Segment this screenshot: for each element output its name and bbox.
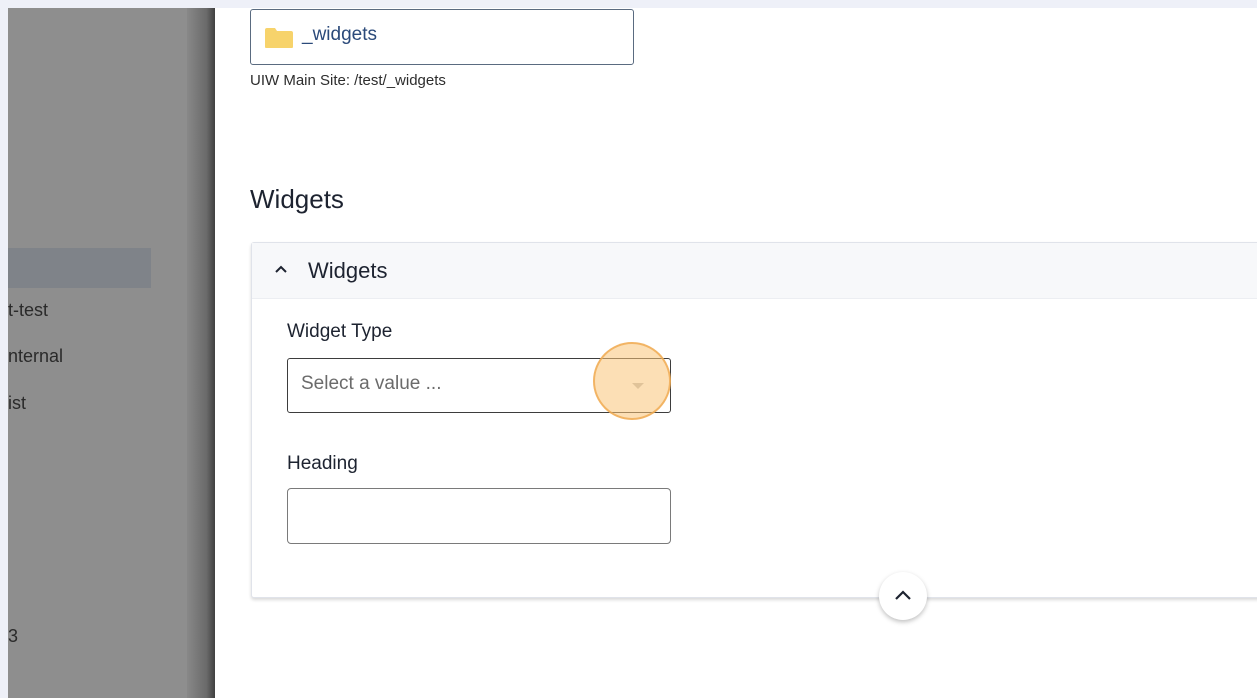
folder-chooser[interactable]: _widgets	[250, 9, 634, 65]
panel-shadow	[187, 8, 215, 698]
widgets-accordion: Widgets Widget Type Select a value ... H…	[251, 242, 1257, 620]
accordion-header[interactable]: Widgets	[252, 243, 1257, 299]
section-title: Widgets	[250, 184, 344, 214]
heading-input[interactable]	[287, 488, 671, 544]
folder-icon	[265, 28, 293, 48]
sidebar: t-test nternal ist 3	[8, 8, 187, 698]
select-placeholder: Select a value ...	[301, 373, 442, 394]
edit-panel: _widgets UIW Main Site: /test/_widgets W…	[215, 8, 1257, 698]
chevron-up-icon	[895, 590, 911, 600]
sidebar-item[interactable]: ist	[8, 393, 26, 414]
sidebar-item[interactable]: nternal	[8, 346, 63, 367]
folder-name: _widgets	[302, 24, 377, 45]
chevron-up-icon	[275, 265, 287, 273]
sidebar-active-item[interactable]	[8, 248, 151, 288]
click-indicator	[593, 342, 671, 420]
sidebar-item[interactable]: 3	[8, 626, 18, 647]
collapse-button[interactable]	[879, 572, 927, 620]
widget-type-label: Widget Type	[287, 321, 393, 342]
accordion-title: Widgets	[308, 258, 388, 283]
heading-label: Heading	[287, 453, 358, 474]
sidebar-item[interactable]: t-test	[8, 300, 48, 321]
folder-path: UIW Main Site: /test/_widgets	[250, 72, 446, 89]
